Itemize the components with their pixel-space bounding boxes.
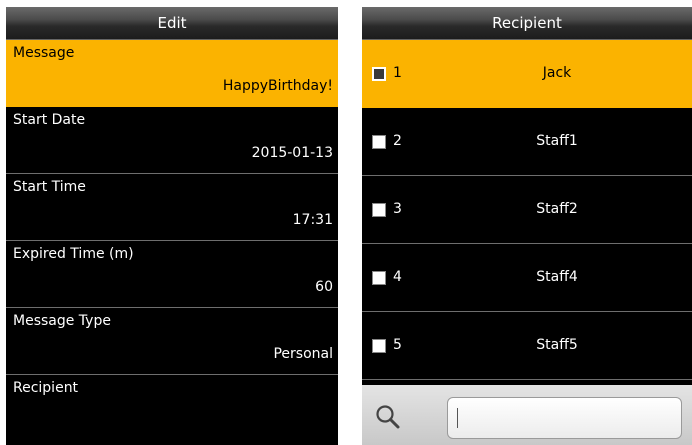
recipient-number: 3 (393, 201, 402, 217)
recipient-name: Jack (542, 65, 572, 81)
recipient-name: Staff5 (536, 337, 578, 353)
recipient-panel: Recipient 1 Jack 2 Staff1 3 Staff2 4 Sta… (362, 7, 692, 445)
edit-panel: Edit Message HappyBirthday! Start Date 2… (6, 7, 338, 445)
recipient-checkbox[interactable] (372, 203, 386, 217)
search-input[interactable] (447, 397, 682, 439)
field-value: HappyBirthday! (222, 78, 333, 94)
edit-row-recipient[interactable]: Recipient (6, 375, 338, 442)
field-label: Expired Time (m) (13, 246, 134, 262)
recipient-item[interactable]: 5 Staff5 (362, 312, 692, 380)
field-label: Start Time (13, 179, 86, 195)
recipient-number: 5 (393, 337, 402, 353)
recipient-item[interactable]: 3 Staff2 (362, 176, 692, 244)
field-value: 2015-01-13 (251, 145, 333, 161)
field-value: 60 (315, 279, 333, 295)
recipient-header-title: Recipient (362, 7, 692, 40)
recipient-name: Staff4 (536, 269, 578, 285)
recipient-checkbox[interactable] (372, 271, 386, 285)
recipient-checkbox[interactable] (372, 67, 386, 81)
recipient-item[interactable]: 2 Staff1 (362, 108, 692, 176)
recipient-number: 4 (393, 269, 402, 285)
edit-row-message-type[interactable]: Message Type Personal (6, 308, 338, 375)
edit-row-expired-time[interactable]: Expired Time (m) 60 (6, 241, 338, 308)
recipient-name: Staff2 (536, 201, 578, 217)
field-value: 17:31 (292, 212, 333, 228)
recipient-item[interactable]: 4 Staff4 (362, 244, 692, 312)
recipient-checkbox[interactable] (372, 339, 386, 353)
edit-row-start-date[interactable]: Start Date 2015-01-13 (6, 107, 338, 174)
edit-row-start-time[interactable]: Start Time 17:31 (6, 174, 338, 241)
edit-row-message[interactable]: Message HappyBirthday! (6, 40, 338, 107)
text-caret (457, 408, 458, 428)
recipient-name: Staff1 (536, 133, 578, 149)
field-value: Personal (273, 346, 333, 362)
recipient-checkbox[interactable] (372, 135, 386, 149)
field-label: Recipient (13, 380, 79, 396)
search-bar (362, 385, 692, 445)
field-label: Start Date (13, 112, 86, 128)
recipient-item[interactable]: 1 Jack (362, 40, 692, 108)
field-label: Message (13, 45, 75, 61)
edit-header-title: Edit (6, 7, 338, 40)
recipient-number: 1 (393, 65, 402, 81)
field-label: Message Type (13, 313, 111, 329)
recipient-number: 2 (393, 133, 402, 149)
search-icon[interactable] (374, 403, 402, 431)
